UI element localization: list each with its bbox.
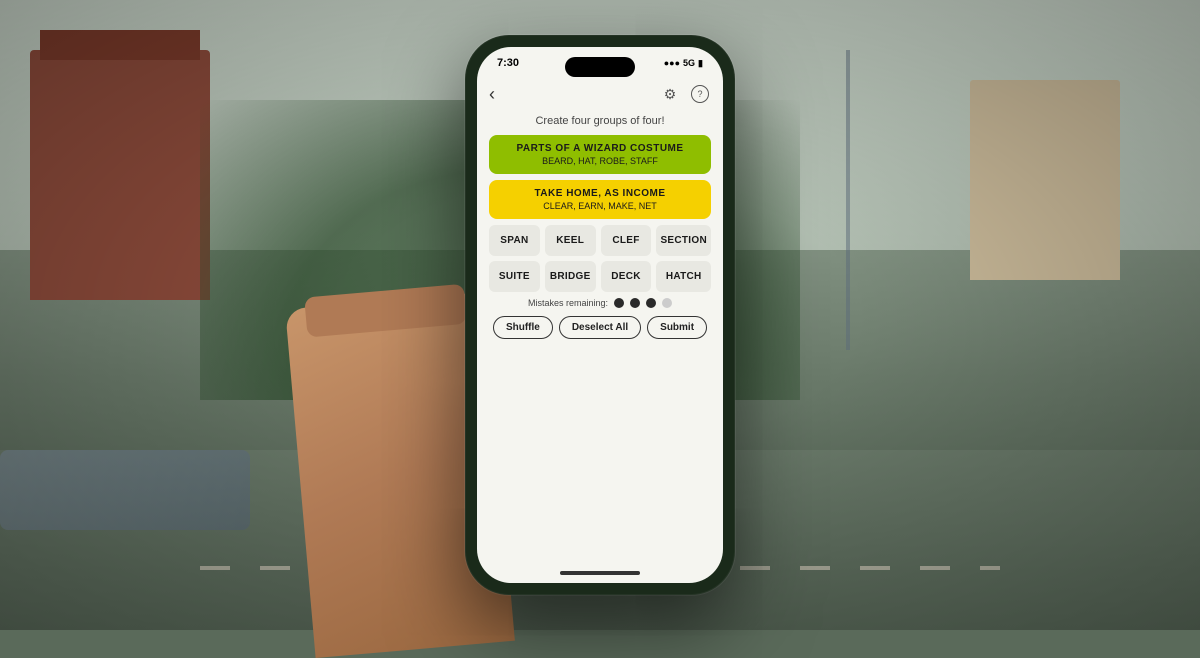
word-grid: SPANKEELCLEFSECTION SUITEBRIDGEDECKHATCH <box>489 225 711 292</box>
deselect-button[interactable]: Deselect All <box>559 316 641 339</box>
word-tile-span[interactable]: SPAN <box>489 225 540 256</box>
submit-button[interactable]: Submit <box>647 316 707 339</box>
instruction-text: Create four groups of four! <box>489 113 711 129</box>
solved-group-yellow-title: TAKE HOME, AS INCOME <box>501 188 699 199</box>
word-tile-deck[interactable]: DECK <box>601 261 652 292</box>
solved-group-green-words: BEARD, HAT, ROBE, STAFF <box>501 156 699 166</box>
mistake-dot-3 <box>646 298 656 308</box>
battery-icon: ▮ <box>698 58 703 69</box>
buttons-row: Shuffle Deselect All Submit <box>489 316 711 339</box>
gear-icon: ⚙ <box>664 86 677 103</box>
solved-group-green: PARTS OF A WIZARD COSTUME BEARD, HAT, RO… <box>489 135 711 174</box>
phone-screen: 7:30 ●●● 5G ▮ ‹ ⚙ <box>477 47 723 583</box>
solved-group-green-title: PARTS OF A WIZARD COSTUME <box>501 143 699 154</box>
phone-device: 7:30 ●●● 5G ▮ ‹ ⚙ <box>465 35 735 595</box>
mistake-dot-4 <box>662 298 672 308</box>
dynamic-island <box>565 57 635 77</box>
word-tile-bridge[interactable]: BRIDGE <box>545 261 596 292</box>
app-content: ‹ ⚙ ? Create four groups of four! PARTS … <box>477 73 723 569</box>
nav-icons: ⚙ ? <box>659 83 711 105</box>
word-tile-hatch[interactable]: HATCH <box>656 261 711 292</box>
word-tile-clef[interactable]: CLEF <box>601 225 652 256</box>
shuffle-button[interactable]: Shuffle <box>493 316 553 339</box>
word-tile-section[interactable]: SECTION <box>656 225 711 256</box>
settings-button[interactable]: ⚙ <box>659 83 681 105</box>
nav-bar: ‹ ⚙ ? <box>489 81 711 107</box>
mistakes-label: Mistakes remaining: <box>528 298 608 308</box>
help-button[interactable]: ? <box>689 83 711 105</box>
network-label: 5G <box>683 58 695 68</box>
back-button[interactable]: ‹ <box>489 84 495 105</box>
status-time: 7:30 <box>497 57 519 69</box>
mistake-dot-1 <box>614 298 624 308</box>
home-indicator <box>560 571 640 575</box>
help-icon: ? <box>691 85 709 103</box>
status-icons: ●●● 5G ▮ <box>664 58 703 69</box>
mistake-dot-2 <box>630 298 640 308</box>
word-tile-suite[interactable]: SUITE <box>489 261 540 292</box>
solved-group-yellow: TAKE HOME, AS INCOME CLEAR, EARN, MAKE, … <box>489 180 711 219</box>
mistakes-row: Mistakes remaining: <box>489 298 711 308</box>
solved-group-yellow-words: CLEAR, EARN, MAKE, NET <box>501 201 699 211</box>
signal-icon: ●●● <box>664 58 680 68</box>
word-tile-keel[interactable]: KEEL <box>545 225 596 256</box>
phone-wrapper: 7:30 ●●● 5G ▮ ‹ ⚙ <box>465 35 735 595</box>
